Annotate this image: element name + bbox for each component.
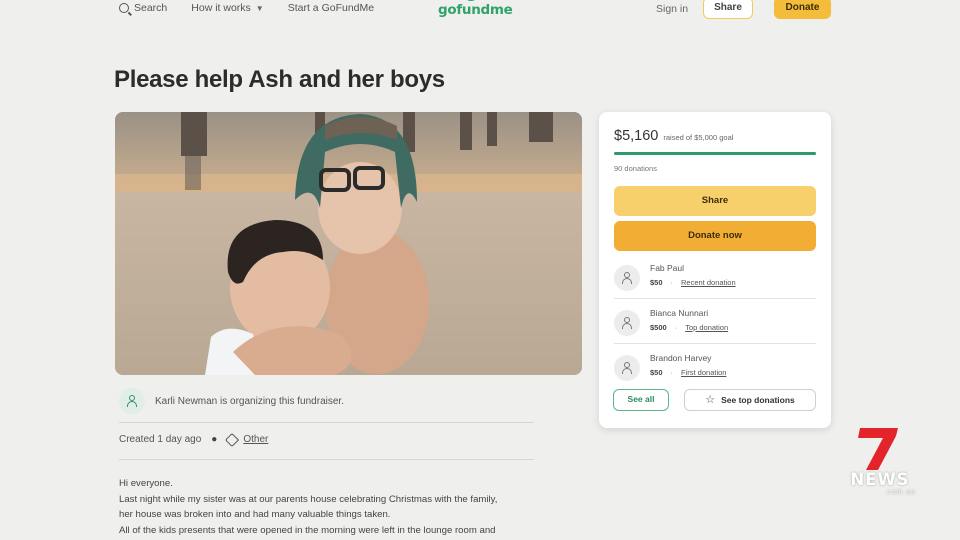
donation-type-link[interactable]: Recent donation [681, 278, 736, 287]
donor-amount: $50 [650, 278, 663, 287]
donor-amount: $50 [650, 368, 663, 377]
organizer-text: Karli Newman is organizing this fundrais… [155, 395, 344, 407]
divider [119, 459, 534, 460]
campaign-photo [115, 112, 582, 375]
progress-bar [614, 152, 816, 155]
donor-avatar [614, 265, 640, 291]
campaign-title: Please help Ash and her boys [114, 66, 445, 93]
see-top-donations-button[interactable]: ☆ See top donations [684, 389, 816, 411]
donor-name: Fab Paul [650, 263, 685, 273]
see-all-button[interactable]: See all [613, 389, 669, 411]
chevron-down-icon: ▼ [255, 3, 264, 13]
search-label: Search [134, 2, 168, 14]
story-line: Hi everyone. [119, 478, 173, 489]
donor-divider [614, 343, 816, 344]
separator-dot: · [670, 278, 674, 287]
person-icon [126, 395, 138, 407]
header-share-button[interactable]: Share [703, 0, 753, 19]
search-icon [119, 3, 129, 13]
star-icon: ☆ [705, 393, 716, 406]
channel-7-news-watermark: NEWS .com.au [836, 426, 924, 502]
meta-separator-dot: ● [211, 434, 218, 445]
header-donate-button[interactable]: Donate [774, 0, 831, 19]
created-text: Created 1 day ago [119, 434, 202, 445]
donate-now-button[interactable]: Donate now [614, 221, 816, 251]
organizer-row: Karli Newman is organizing this fundrais… [119, 388, 344, 414]
raised-summary: $5,160 raised of $5,000 goal [614, 128, 733, 144]
donor-avatar [614, 355, 640, 381]
amount-raised: $5,160 [614, 128, 659, 144]
news-text: NEWS [850, 470, 910, 489]
campaign-photo-illustration [115, 112, 582, 375]
donation-type-link[interactable]: Top donation [685, 323, 728, 332]
how-it-works-label: How it works [191, 2, 251, 14]
gofundme-logo[interactable]: gofundme [437, 0, 513, 22]
category-link[interactable]: Other [243, 434, 268, 445]
see-top-donations-label: See top donations [721, 395, 795, 405]
nav-left-group: Search How it works ▼ Start a GoFundMe [119, 2, 398, 14]
logo-text: gofundme [438, 2, 513, 18]
separator-dot: · [670, 368, 674, 377]
how-it-works-menu[interactable]: How it works ▼ [191, 2, 263, 14]
donor-item: Fab Paul $50 · Recent donation [614, 259, 816, 301]
donor-name: Bianca Nunnari [650, 308, 709, 318]
donor-avatar [614, 310, 640, 336]
separator-dot: · [674, 323, 678, 332]
donation-type-link[interactable]: First donation [681, 368, 726, 377]
story-line: Last night while my sister was at our pa… [119, 493, 498, 505]
donor-divider [614, 298, 816, 299]
donor-name: Brandon Harvey [650, 353, 712, 363]
top-navigation-bar: Search How it works ▼ Start a GoFundMe g… [0, 0, 960, 22]
tag-icon [225, 432, 240, 447]
organizer-avatar [119, 388, 145, 414]
person-icon [621, 362, 633, 374]
donor-amount: $500 [650, 323, 667, 332]
progress-bar-fill [614, 152, 816, 155]
donor-item: Brandon Harvey $50 · First donation [614, 349, 816, 391]
share-button[interactable]: Share [614, 186, 816, 216]
story-line: her house was broken into and had many v… [119, 509, 391, 520]
story-line: All of the kids presents that were opene… [119, 524, 496, 536]
donor-details: $50 · First donation [650, 368, 726, 377]
donor-details: $500 · Top donation [650, 323, 728, 332]
person-icon [621, 317, 633, 329]
donation-count: 90 donations [614, 164, 657, 173]
divider [119, 422, 534, 423]
sign-in-link[interactable]: Sign in [656, 3, 688, 15]
person-icon [621, 272, 633, 284]
donation-card: $5,160 raised of $5,000 goal 90 donation… [599, 112, 831, 428]
donor-item: Bianca Nunnari $500 · Top donation [614, 304, 816, 346]
campaign-story: Hi everyone. Last night while my sister … [119, 476, 539, 538]
campaign-meta: Created 1 day ago ● Other [119, 432, 268, 447]
domain-text: .com.au [884, 489, 916, 496]
channel-7-logo-icon [858, 428, 898, 470]
donor-details: $50 · Recent donation [650, 278, 736, 287]
logo-mark-icon [463, 0, 479, 1]
search-link[interactable]: Search [119, 2, 167, 14]
start-gofundme-label: Start a GoFundMe [287, 2, 375, 14]
start-gofundme-link[interactable]: Start a GoFundMe [288, 2, 374, 14]
goal-text: raised of $5,000 goal [663, 133, 734, 142]
